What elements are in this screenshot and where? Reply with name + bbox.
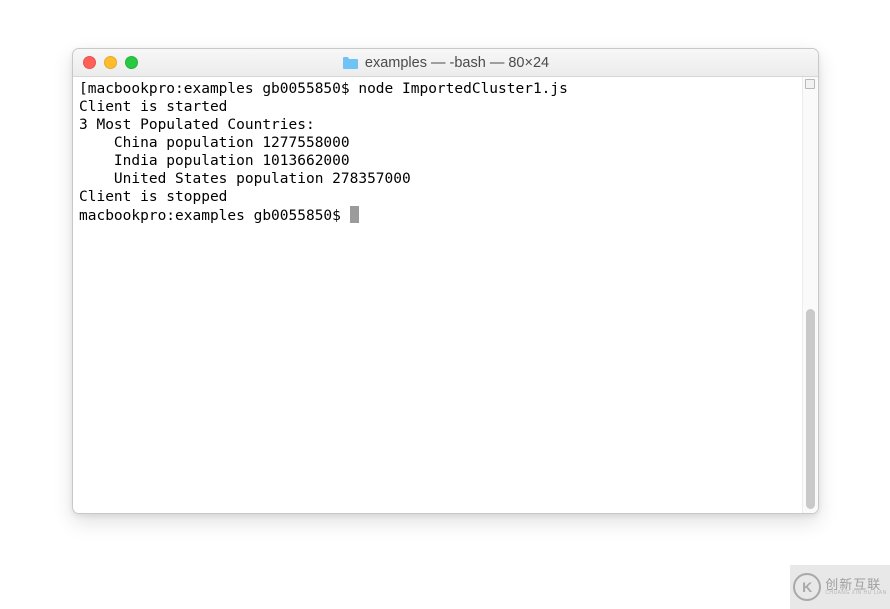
terminal-line: 3 Most Populated Countries: (79, 117, 315, 133)
window-title-text: examples — -bash — 80×24 (365, 55, 549, 71)
folder-icon (342, 56, 359, 69)
terminal-line: United States population 278357000 (79, 171, 411, 187)
watermark-sub: CHUANG XIN HU LIAN (825, 591, 887, 596)
traffic-lights (73, 56, 138, 69)
watermark-text: 创新互联 CHUANG XIN HU LIAN (825, 578, 887, 596)
minimize-icon[interactable] (104, 56, 117, 69)
watermark: K 创新互联 CHUANG XIN HU LIAN (790, 565, 890, 609)
scroll-indicator-icon (805, 79, 815, 89)
terminal-body[interactable]: [macbookpro:examples gb0055850$ node Imp… (73, 77, 818, 513)
scrollbar-track[interactable] (802, 77, 818, 513)
watermark-symbol: K (802, 579, 812, 595)
watermark-logo-icon: K (793, 573, 821, 601)
titlebar[interactable]: examples — -bash — 80×24 (73, 49, 818, 77)
scrollbar-thumb[interactable] (806, 309, 815, 509)
terminal-content[interactable]: [macbookpro:examples gb0055850$ node Imp… (77, 77, 797, 513)
close-icon[interactable] (83, 56, 96, 69)
terminal-line: Client is stopped (79, 189, 227, 205)
maximize-icon[interactable] (125, 56, 138, 69)
terminal-line: China population 1277558000 (79, 135, 350, 151)
window-title: examples — -bash — 80×24 (73, 55, 818, 71)
terminal-prompt: macbookpro:examples gb0055850$ (79, 208, 350, 224)
cursor-icon (350, 206, 359, 223)
terminal-line: [macbookpro:examples gb0055850$ node Imp… (79, 81, 568, 97)
terminal-line: Client is started (79, 99, 227, 115)
terminal-window: examples — -bash — 80×24 [macbookpro:exa… (72, 48, 819, 514)
terminal-line: India population 1013662000 (79, 153, 350, 169)
